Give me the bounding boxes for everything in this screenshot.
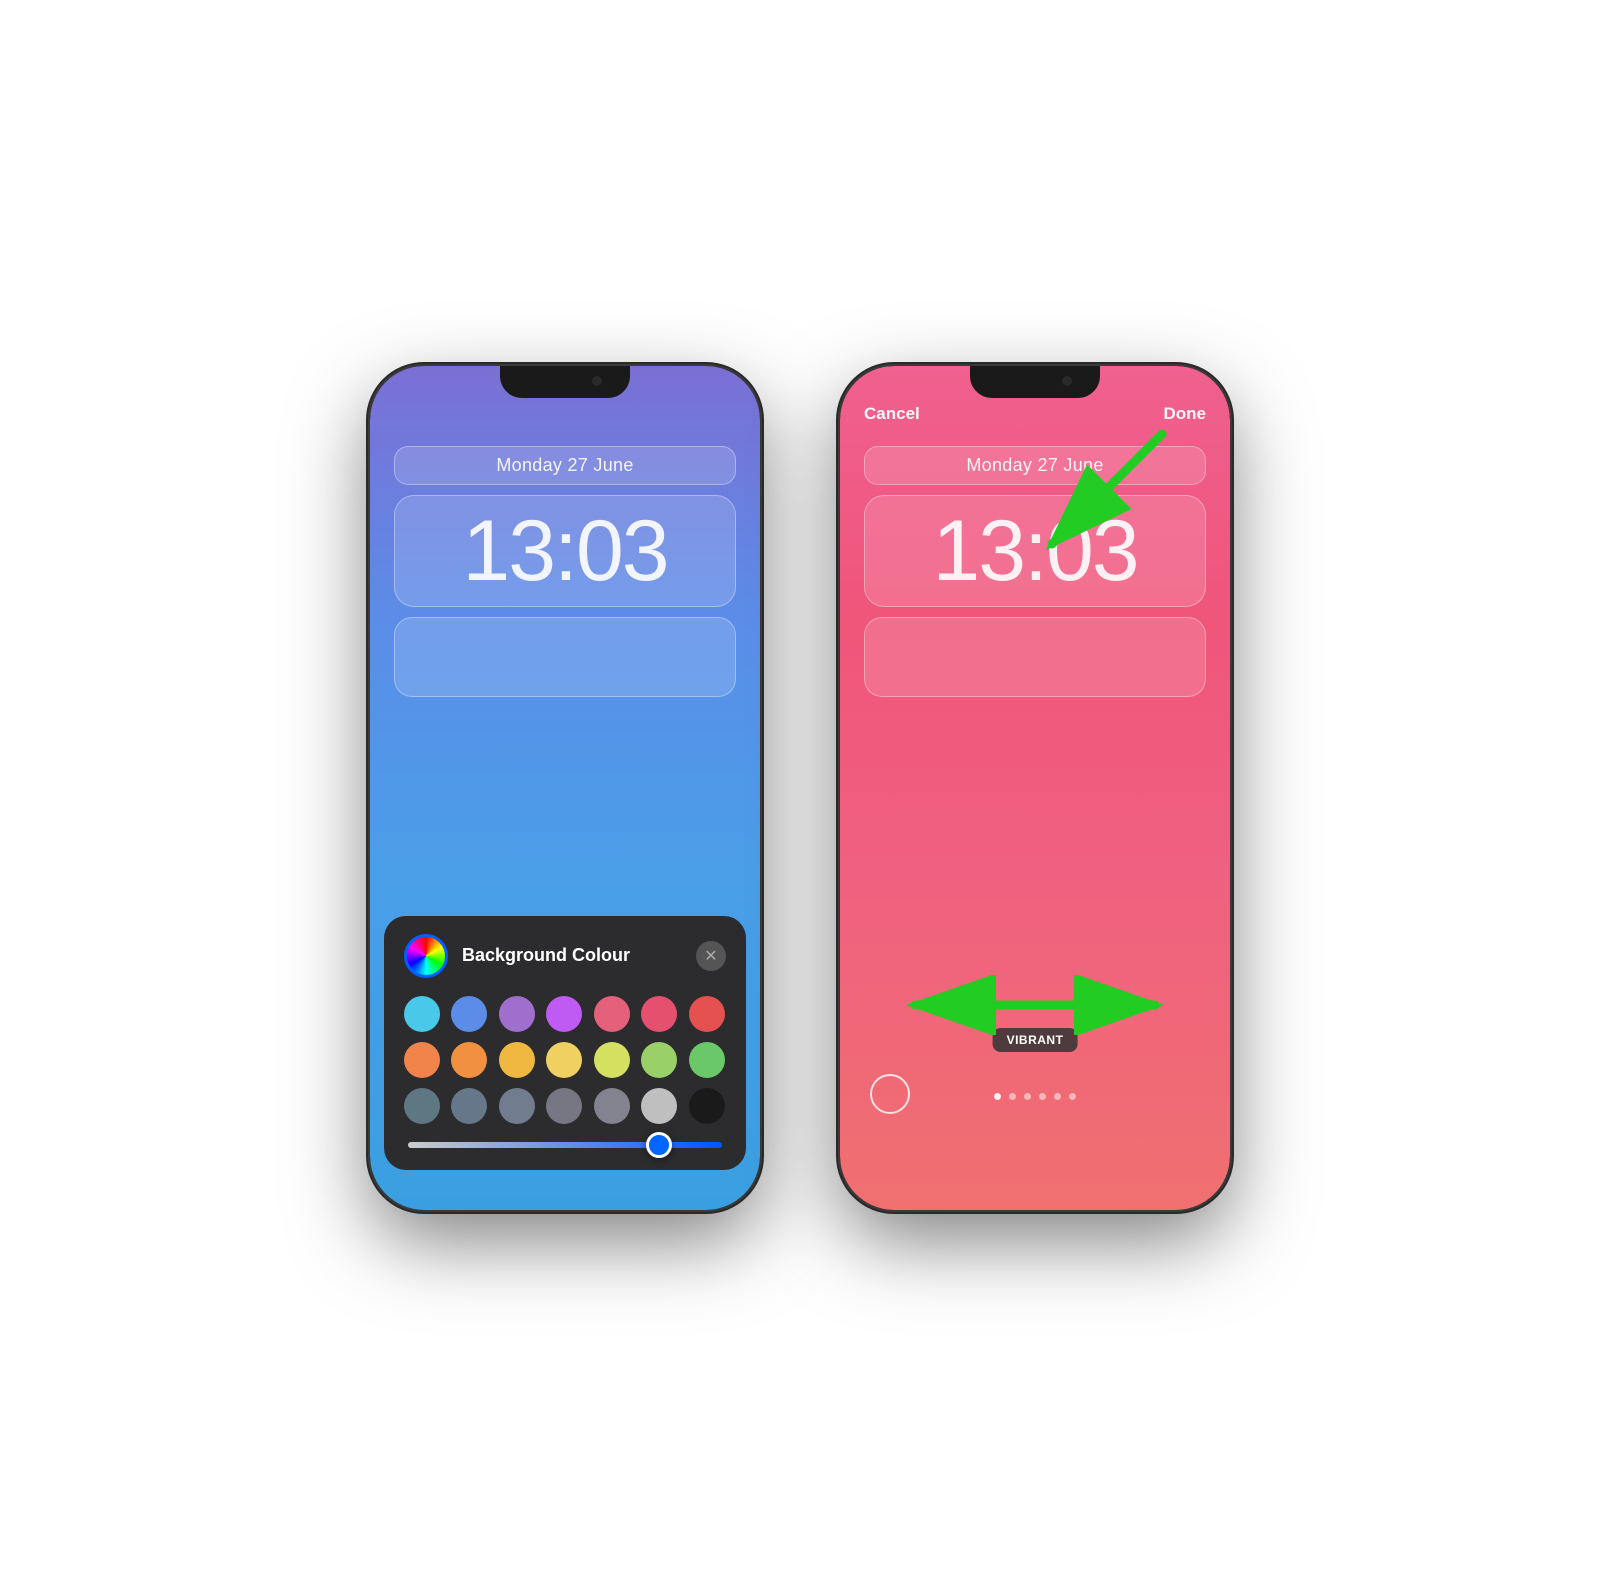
colour-dot-pink[interactable] bbox=[641, 996, 677, 1032]
colour-dot-gray-mid[interactable] bbox=[594, 1088, 630, 1124]
page-dot-1[interactable] bbox=[994, 1093, 1001, 1100]
right-phone: Cancel Done Monday 27 June 13:03 bbox=[840, 366, 1230, 1210]
colour-dot-green-light[interactable] bbox=[641, 1042, 677, 1078]
colour-grid bbox=[404, 996, 726, 1124]
done-button[interactable]: Done bbox=[1164, 404, 1207, 424]
panel-header: Background Colour ✕ bbox=[404, 934, 726, 978]
colour-dot-yellow-orange[interactable] bbox=[499, 1042, 535, 1078]
date-display-right: Monday 27 June bbox=[864, 446, 1206, 485]
colour-dot-orange[interactable] bbox=[404, 1042, 440, 1078]
colour-dot-green[interactable] bbox=[689, 1042, 725, 1078]
left-screen: Monday 27 June 13:03 Background Colour ✕ bbox=[370, 366, 760, 1210]
widget-placeholder-right bbox=[864, 617, 1206, 697]
colour-dot-red[interactable] bbox=[689, 996, 725, 1032]
page-dot-2[interactable] bbox=[1009, 1093, 1016, 1100]
colour-wheel-icon bbox=[404, 934, 448, 978]
top-bar: Cancel Done bbox=[840, 404, 1230, 424]
time-display-right: 13:03 bbox=[864, 495, 1206, 607]
slider-thumb[interactable] bbox=[646, 1132, 672, 1158]
right-screen: Cancel Done Monday 27 June 13:03 bbox=[840, 366, 1230, 1210]
colour-dot-gray[interactable] bbox=[546, 1088, 582, 1124]
colour-dot-gray-blue[interactable] bbox=[499, 1088, 535, 1124]
horizontal-arrow bbox=[840, 975, 1230, 1035]
page-dot-4[interactable] bbox=[1039, 1093, 1046, 1100]
date-display-left: Monday 27 June bbox=[394, 446, 736, 485]
widget-placeholder-left bbox=[394, 617, 736, 697]
lock-screen-right: Monday 27 June 13:03 bbox=[840, 426, 1230, 717]
lock-screen-left: Monday 27 June 13:03 bbox=[370, 426, 760, 717]
colour-dot-white[interactable] bbox=[641, 1088, 677, 1124]
page-dot-5[interactable] bbox=[1054, 1093, 1061, 1100]
close-button[interactable]: ✕ bbox=[696, 941, 726, 971]
circle-button[interactable] bbox=[870, 1074, 910, 1114]
colour-dot-purple-light[interactable] bbox=[499, 996, 535, 1032]
background-colour-panel: Background Colour ✕ bbox=[384, 916, 746, 1170]
panel-title: Background Colour bbox=[462, 945, 696, 966]
colour-slider-container bbox=[404, 1142, 726, 1148]
colour-dot-purple[interactable] bbox=[546, 996, 582, 1032]
colour-dot-slate[interactable] bbox=[451, 1088, 487, 1124]
vibrant-badge[interactable]: VIBRANT bbox=[993, 1028, 1078, 1052]
colour-dot-teal-muted[interactable] bbox=[404, 1088, 440, 1124]
colour-dot-black[interactable] bbox=[689, 1088, 725, 1124]
colour-slider[interactable] bbox=[408, 1142, 722, 1148]
colour-dot-yellow-green[interactable] bbox=[594, 1042, 630, 1078]
colour-dot-yellow-light[interactable] bbox=[546, 1042, 582, 1078]
left-phone: Monday 27 June 13:03 Background Colour ✕ bbox=[370, 366, 760, 1210]
colour-dot-pink-light[interactable] bbox=[594, 996, 630, 1032]
page-dot-6[interactable] bbox=[1069, 1093, 1076, 1100]
colour-dot-cyan[interactable] bbox=[404, 996, 440, 1032]
page-dot-3[interactable] bbox=[1024, 1093, 1031, 1100]
notch-left bbox=[500, 366, 630, 398]
cancel-button[interactable]: Cancel bbox=[864, 404, 920, 424]
time-display-left: 13:03 bbox=[394, 495, 736, 607]
notch-right bbox=[970, 366, 1100, 398]
colour-dot-orange-mid[interactable] bbox=[451, 1042, 487, 1078]
colour-dot-blue-light[interactable] bbox=[451, 996, 487, 1032]
